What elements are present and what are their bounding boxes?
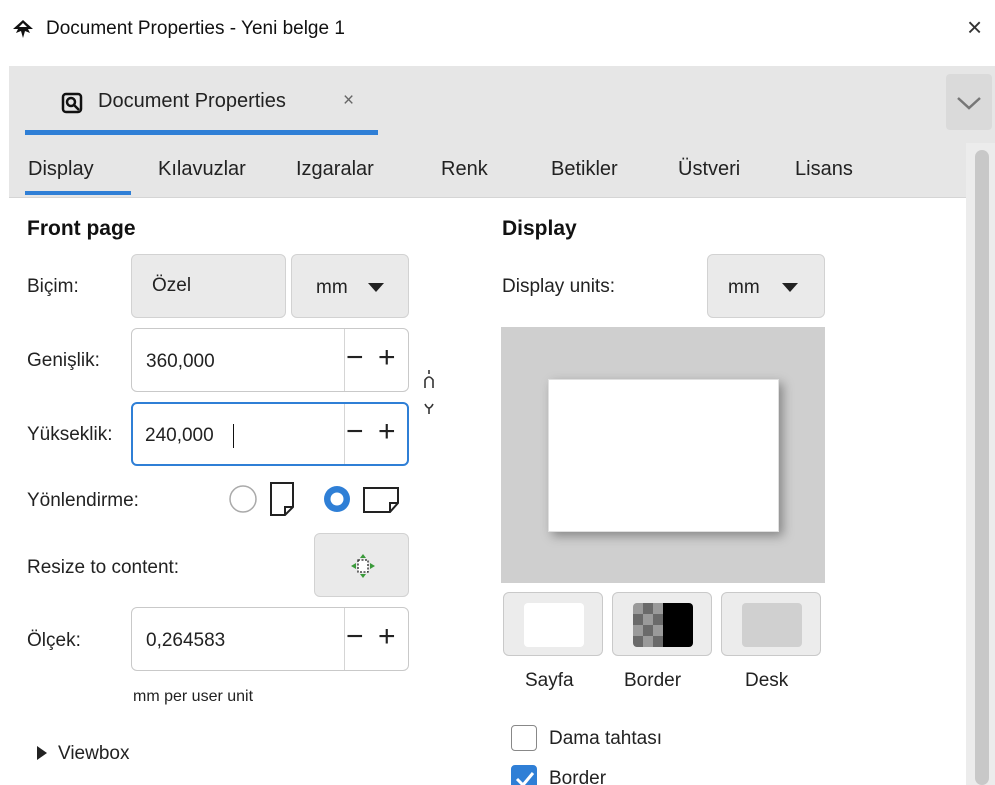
resize-to-content-button[interactable]: [314, 533, 409, 597]
page-color-label: Sayfa: [525, 670, 574, 691]
page-unit-dropdown[interactable]: mm: [291, 254, 409, 318]
dock-tab-active-indicator: [25, 130, 378, 135]
border-label: Border: [549, 768, 607, 785]
scale-spinbutton[interactable]: 0,264583 − +: [131, 607, 409, 671]
inkscape-icon: [13, 20, 33, 38]
resize-to-content-icon: [351, 554, 375, 578]
height-spinbutton[interactable]: 240,000 − +: [131, 402, 409, 466]
window-titlebar: Document Properties - Yeni belge 1 ×: [0, 0, 995, 56]
page-preview-sheet: [548, 379, 779, 532]
display-units-dropdown[interactable]: mm: [707, 254, 825, 318]
border-checkbox[interactable]: [511, 765, 537, 785]
tab-scripts[interactable]: Betikler: [551, 158, 618, 181]
caret-down-icon: [782, 283, 798, 292]
tab-color[interactable]: Renk: [441, 158, 488, 181]
spin-divider: [344, 404, 345, 464]
document-properties-icon: [61, 92, 83, 114]
checkerboard-checkbox[interactable]: [511, 725, 537, 751]
tab-metadata[interactable]: Üstveri: [678, 158, 740, 181]
width-increment-button[interactable]: +: [378, 343, 396, 373]
landscape-radio[interactable]: [322, 484, 352, 514]
display-title: Display: [502, 217, 577, 240]
border-color-label: Border: [624, 670, 682, 691]
front-page-title: Front page: [27, 217, 136, 240]
scale-label: Ölçek:: [27, 630, 81, 651]
dock-tab-document-properties[interactable]: Document Properties ×: [23, 66, 378, 138]
resize-to-content-label: Resize to content:: [27, 557, 180, 578]
checkerboard-label: Dama tahtası: [549, 728, 662, 749]
height-increment-button[interactable]: +: [378, 417, 396, 447]
dock-menu-button[interactable]: [946, 74, 992, 130]
caret-down-icon: [368, 283, 384, 292]
format-value: Özel: [152, 275, 192, 296]
desk-color-button[interactable]: [721, 592, 821, 656]
display-units-value: mm: [728, 277, 760, 298]
display-units-label: Display units:: [502, 276, 615, 297]
chevron-down-icon: [957, 97, 981, 110]
portrait-page-icon: [270, 482, 294, 516]
desk-color-label: Desk: [745, 670, 789, 691]
scale-value: 0,264583: [146, 630, 226, 651]
text-caret: [233, 424, 234, 448]
border-color-swatch: [633, 603, 693, 647]
tab-guides[interactable]: Kılavuzlar: [158, 158, 246, 181]
scale-increment-button[interactable]: +: [378, 622, 396, 652]
page-color-swatch: [524, 603, 584, 647]
orientation-label: Yönlendirme:: [27, 490, 139, 511]
dock-tab-label: Document Properties: [98, 90, 286, 112]
width-decrement-button[interactable]: −: [346, 343, 364, 373]
page-unit-value: mm: [316, 277, 348, 298]
width-value: 360,000: [146, 351, 215, 372]
format-label: Biçim:: [27, 276, 79, 297]
spin-divider: [344, 608, 345, 670]
tab-display[interactable]: Display: [28, 158, 94, 181]
height-label: Yükseklik:: [27, 424, 113, 445]
expander-triangle-icon[interactable]: [35, 744, 49, 762]
scale-decrement-button[interactable]: −: [346, 622, 364, 652]
chain-link-icon[interactable]: [420, 368, 438, 420]
height-decrement-button[interactable]: −: [346, 417, 364, 447]
scale-unit-note: mm per user unit: [133, 688, 254, 705]
window-title: Document Properties - Yeni belge 1: [46, 18, 345, 39]
width-spinbutton[interactable]: 360,000 − +: [131, 328, 409, 392]
format-dropdown[interactable]: Özel: [131, 254, 286, 318]
width-label: Genişlik:: [27, 350, 100, 371]
viewbox-expander[interactable]: Viewbox: [58, 743, 129, 765]
border-color-button[interactable]: [612, 592, 712, 656]
tab-active-indicator: [25, 191, 131, 195]
page-color-button[interactable]: [503, 592, 603, 656]
spin-divider: [344, 329, 345, 391]
tab-license[interactable]: Lisans: [795, 158, 853, 181]
checkmark-icon: [515, 772, 535, 785]
height-value: 240,000: [145, 425, 214, 446]
desk-color-swatch: [742, 603, 802, 647]
window-close-button[interactable]: ×: [967, 14, 982, 40]
scrollbar-thumb[interactable]: [975, 150, 989, 785]
tab-grids[interactable]: Izgaralar: [296, 158, 374, 181]
portrait-radio[interactable]: [228, 484, 258, 514]
dock-tab-close-button[interactable]: ×: [343, 90, 354, 112]
landscape-page-icon: [363, 487, 399, 513]
